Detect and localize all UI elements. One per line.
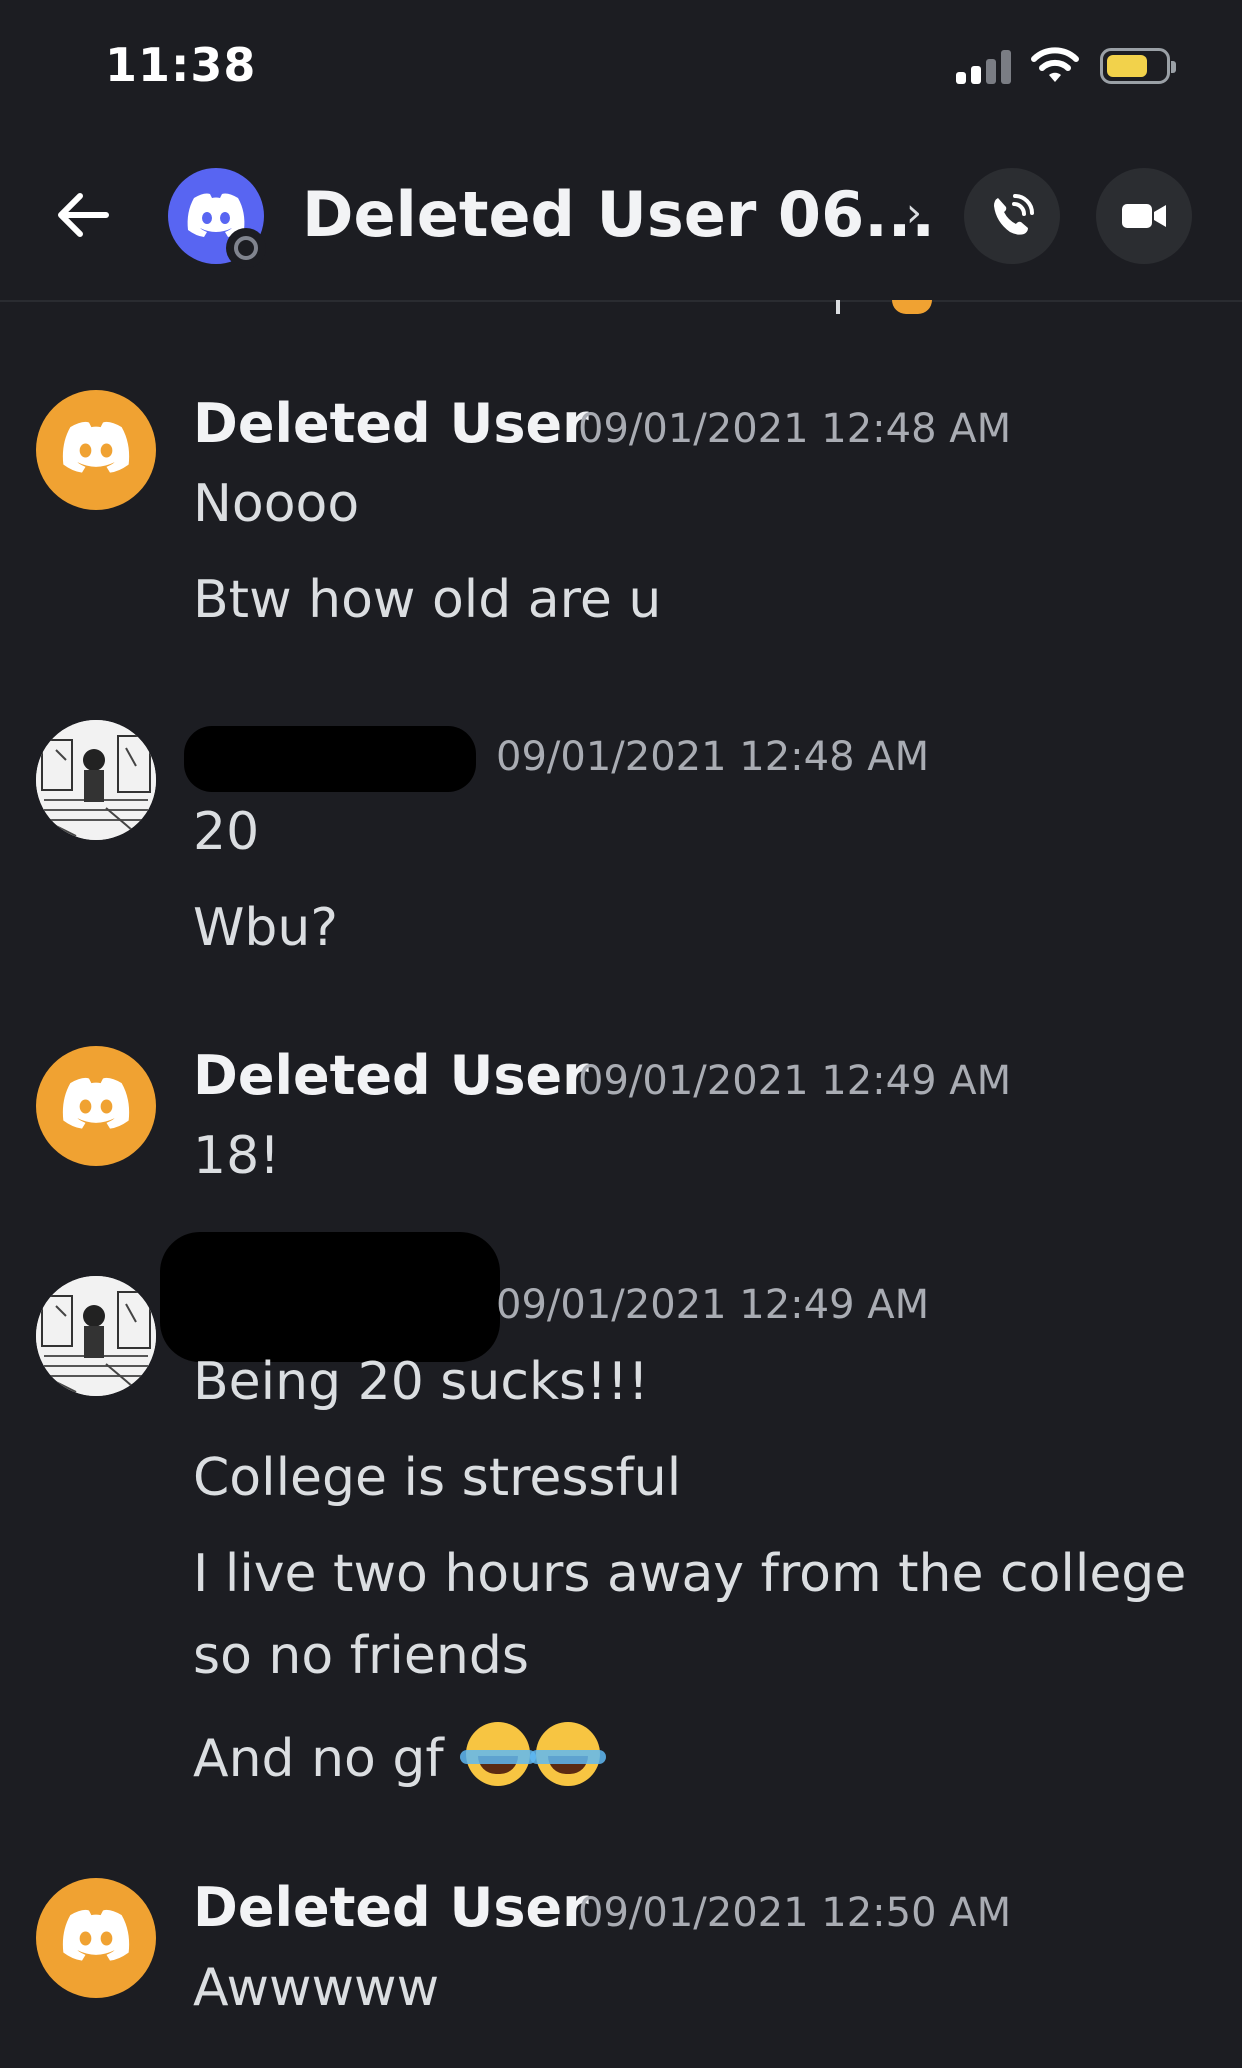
user-avatar[interactable] xyxy=(36,720,156,840)
status-bar: 11:38 xyxy=(0,0,1242,135)
previous-message-fragment xyxy=(836,300,840,314)
user-avatar[interactable] xyxy=(36,1046,156,1166)
message-text: College is stressful xyxy=(193,1448,682,1508)
video-call-button[interactable] xyxy=(1096,168,1192,264)
message-timestamp: 09/01/2021 12:48 AM xyxy=(578,406,1012,452)
wifi-icon xyxy=(1031,47,1079,82)
video-camera-icon xyxy=(1122,204,1166,228)
message-text: Wbu? xyxy=(193,898,338,958)
message-text: And no gf xyxy=(193,1729,444,1789)
cellular-signal-icon xyxy=(956,50,1012,84)
message-timestamp: 09/01/2021 12:48 AM xyxy=(496,734,930,780)
manga-avatar-image xyxy=(36,1276,156,1396)
message-author[interactable]: Deleted User xyxy=(193,1876,589,1939)
battery-icon xyxy=(1100,48,1176,84)
message-timestamp: 09/01/2021 12:50 AM xyxy=(578,1890,1012,1936)
message-text-with-emoji: And no gf xyxy=(193,1722,607,1789)
conversation-title[interactable]: Deleted User 06... xyxy=(302,178,935,251)
message-text: 20 xyxy=(193,802,260,862)
previous-emoji-fragment xyxy=(892,300,932,314)
message-author[interactable]: Deleted User xyxy=(193,1044,589,1107)
message-text: I live two hours away from the college xyxy=(193,1544,1187,1604)
manga-avatar-image xyxy=(36,720,156,840)
status-time: 11:38 xyxy=(105,38,257,92)
message-text: Noooo xyxy=(193,474,360,534)
user-avatar[interactable] xyxy=(36,1276,156,1396)
presence-status-icon xyxy=(226,228,266,268)
voice-call-button[interactable] xyxy=(964,168,1060,264)
discord-logo-icon xyxy=(62,1909,130,1961)
user-avatar[interactable] xyxy=(36,390,156,510)
message-text: Btw how old are u xyxy=(193,570,662,630)
message-text: so no friends xyxy=(193,1626,529,1686)
message-text: Being 20 sucks!!! xyxy=(193,1352,649,1412)
face-with-tears-of-joy-icon xyxy=(460,1722,537,1786)
face-with-tears-of-joy-icon xyxy=(530,1722,607,1786)
message-text: Awwwww xyxy=(193,1958,440,2018)
redacted-username xyxy=(160,1232,500,1362)
message-text: 18! xyxy=(193,1126,281,1186)
discord-logo-icon xyxy=(62,421,130,473)
message-author[interactable]: Deleted User xyxy=(193,392,589,455)
discord-logo-icon xyxy=(62,1077,130,1129)
user-avatar[interactable] xyxy=(36,1878,156,1998)
message-timestamp: 09/01/2021 12:49 AM xyxy=(496,1282,930,1328)
chevron-right-icon[interactable]: › xyxy=(906,190,922,236)
redacted-username xyxy=(184,726,476,792)
message-timestamp: 09/01/2021 12:49 AM xyxy=(578,1058,1012,1104)
phone-call-icon xyxy=(994,194,1034,235)
back-arrow-icon[interactable] xyxy=(52,184,114,246)
dm-header: Deleted User 06... › xyxy=(0,150,1242,302)
